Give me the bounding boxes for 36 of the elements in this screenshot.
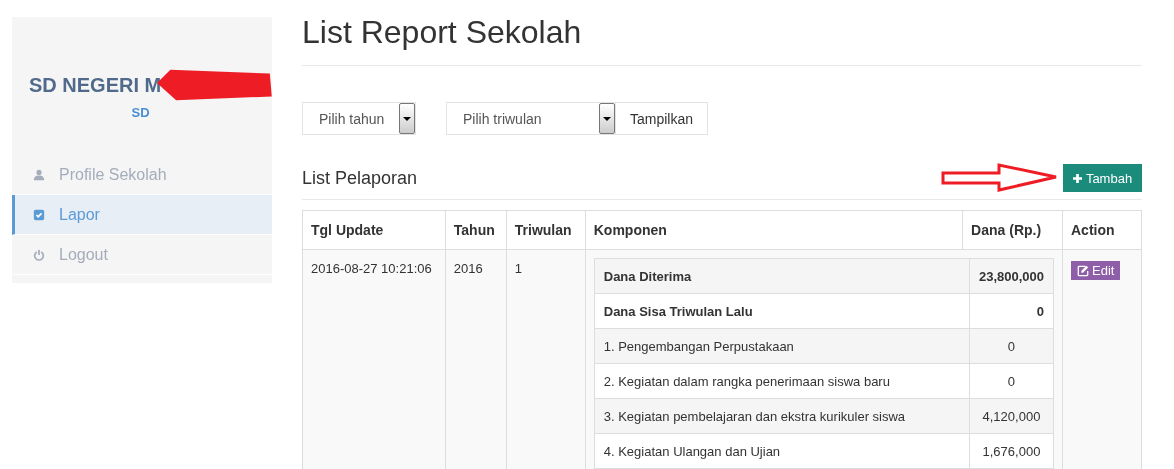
table-cell: 2. Kegiatan dalam rangka penerimaan siswa baru bbox=[594, 363, 970, 399]
column-header: Triwulan bbox=[506, 210, 586, 250]
edit-button[interactable]: Edit bbox=[1071, 261, 1121, 280]
dropdown-caret-icon[interactable] bbox=[599, 103, 615, 134]
page-title: List Report Sekolah bbox=[302, 17, 1142, 66]
table-cell: 1,676,000 bbox=[969, 433, 1054, 469]
column-header: Tgl Update bbox=[302, 210, 446, 250]
column-header: Action bbox=[1062, 210, 1142, 250]
add-button[interactable]: Tambah bbox=[1063, 164, 1142, 192]
user-icon bbox=[33, 168, 45, 181]
show-button[interactable]: Tampilkan bbox=[616, 102, 709, 135]
checkbox-icon bbox=[33, 208, 45, 221]
table-cell: 3. Kegiatan pembelajaran dan ekstra kurikuler siswa bbox=[594, 398, 970, 434]
table-cell: 2016-08-27 10:21:06 bbox=[302, 249, 446, 469]
select-field[interactable]: Pilih tahun bbox=[302, 102, 416, 135]
table-cell: 0 bbox=[969, 363, 1054, 399]
sidebar-item[interactable]: Lapor bbox=[12, 195, 272, 235]
table-cell: 4. Kegiatan Ulangan dan Ujian bbox=[594, 433, 970, 469]
power-icon bbox=[33, 248, 45, 261]
dropdown-caret-icon[interactable] bbox=[399, 103, 415, 134]
table-cell: 0 bbox=[969, 328, 1054, 364]
section-title: List Pelaporan bbox=[302, 167, 418, 189]
plus-icon bbox=[1072, 173, 1082, 183]
school-name: SD NEGERI M bbox=[29, 73, 162, 97]
table-cell: 0 bbox=[969, 293, 1054, 329]
school-level: SD bbox=[130, 105, 151, 120]
column-header: Dana (Rp.) bbox=[962, 210, 1063, 250]
column-header: Tahun bbox=[445, 210, 507, 250]
table-cell: Dana Diterima bbox=[594, 258, 970, 294]
table-cell: 23,800,000 bbox=[969, 258, 1054, 294]
column-header: Komponen bbox=[585, 210, 963, 250]
table-cell: 4,120,000 bbox=[969, 398, 1054, 434]
table-cell: Dana Sisa Triwulan Lalu bbox=[594, 293, 970, 329]
select-field[interactable]: Pilih triwulan bbox=[446, 102, 616, 135]
edit-icon bbox=[1077, 264, 1089, 277]
table-cell: 1. Pengembangan Perpustakaan bbox=[594, 328, 970, 364]
